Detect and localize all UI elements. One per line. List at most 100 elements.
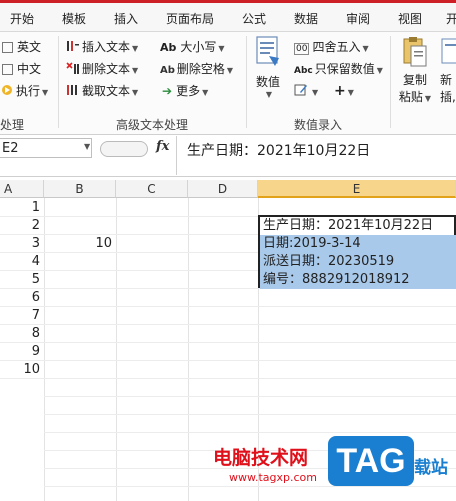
chevron-down-icon: ▼: [42, 88, 49, 97]
execute-button[interactable]: 执行 ▼: [0, 82, 48, 100]
ribbon-tabs: 开始 模板 插入 页面布局 公式 数据 审阅 视图 开: [0, 3, 456, 32]
delete-text-icon: [66, 62, 79, 74]
row-header-5[interactable]: 5: [0, 271, 44, 289]
chevron-down-icon[interactable]: ▼: [84, 142, 90, 151]
number-icon: [256, 36, 279, 66]
row-header-10[interactable]: 10: [0, 361, 44, 379]
copy-paste-button[interactable]: 复制 粘贴 ▼: [396, 36, 434, 105]
new-insert-button[interactable]: 新 插,: [440, 36, 456, 105]
chinese-button[interactable]: 中文: [2, 60, 41, 78]
row-header-3[interactable]: 3: [0, 235, 44, 253]
row-header-7[interactable]: 7: [0, 307, 44, 325]
chevron-down-icon: ▼: [362, 44, 369, 53]
cell-e2[interactable]: 生产日期：2021年10月22日: [260, 217, 456, 235]
delete-space-button[interactable]: Ab 删除空格 ▼: [160, 60, 233, 78]
column-header-b[interactable]: B: [44, 180, 116, 198]
edit-icon: [294, 84, 307, 96]
tab-view[interactable]: 视图: [398, 10, 422, 27]
row-header-4[interactable]: 4: [0, 253, 44, 271]
execute-icon: [2, 85, 12, 95]
chevron-down-icon: ▼: [226, 66, 234, 75]
chevron-down-icon: ▼: [347, 88, 354, 97]
gridline: [116, 198, 117, 501]
group-divider: [246, 36, 247, 128]
add-button[interactable]: + ▼: [334, 82, 354, 100]
chevron-down-icon: ▼: [376, 66, 383, 75]
name-box[interactable]: E2: [0, 138, 92, 158]
extract-text-icon: [67, 85, 77, 95]
gridline: [44, 486, 456, 487]
chevron-down-icon: ▼: [202, 88, 209, 97]
cell-e5[interactable]: 编号：8882912018912: [260, 271, 456, 289]
chevron-down-icon: ▼: [132, 66, 139, 75]
tag-logo-side-text: 载站: [414, 458, 448, 478]
group-divider: [390, 36, 391, 128]
row-header-6[interactable]: 6: [0, 289, 44, 307]
tab-insert[interactable]: 插入: [114, 10, 138, 27]
chevron-down-icon: ▼: [132, 88, 139, 97]
tab-formula[interactable]: 公式: [242, 10, 266, 27]
gridline: [44, 306, 456, 307]
group-divider: [58, 36, 59, 128]
cell-b3[interactable]: 10: [44, 235, 112, 253]
gridline: [44, 414, 456, 415]
tab-data[interactable]: 数据: [294, 10, 318, 27]
watermark-url: www.tagxp.com: [229, 471, 317, 484]
column-header-d[interactable]: D: [188, 180, 258, 198]
watermark-site-name: 电脑技术网: [213, 447, 309, 469]
edit-button[interactable]: ▼: [294, 82, 318, 100]
chevron-down-icon: ▼: [218, 44, 225, 53]
checkbox-icon: [2, 64, 13, 75]
chevron-down-icon: ▼: [424, 94, 432, 103]
fx-icon[interactable]: fx: [156, 139, 169, 154]
column-header-e[interactable]: E: [258, 180, 456, 198]
plus-icon: +: [334, 83, 346, 99]
gridline: [44, 396, 456, 397]
row-header-8[interactable]: 8: [0, 325, 44, 343]
new-sheet-icon: [441, 38, 456, 64]
tag-logo: TAG: [328, 436, 414, 486]
chevron-down-icon: ▼: [265, 90, 273, 99]
group-label-advanced-text: 高级文本处理: [116, 118, 189, 132]
gridline: [44, 360, 456, 361]
row-header-2[interactable]: 2: [0, 217, 44, 235]
formula-scroll-handle[interactable]: [100, 141, 148, 157]
clipboard-icon: [403, 37, 427, 67]
tab-template[interactable]: 模板: [62, 10, 86, 27]
extract-text-button[interactable]: 截取文本 ▼: [66, 82, 138, 100]
tab-more[interactable]: 开: [446, 10, 456, 27]
chevron-down-icon: ▼: [132, 44, 139, 53]
delete-text-button[interactable]: 删除文本 ▼: [66, 60, 138, 78]
keep-numeric-button[interactable]: Abc 只保留数值 ▼: [294, 60, 383, 78]
more-button[interactable]: ➔ 更多 ▼: [162, 82, 208, 100]
group-label-number-entry: 数值录入: [294, 118, 343, 132]
gridline: [44, 378, 456, 379]
gridline: [44, 432, 456, 433]
arrow-right-icon: ➔: [162, 84, 173, 98]
ribbon-panel: 英文 中文 执行 ▼ 处理 插入文本 ▼ 删除文本 ▼ 截取文本 ▼ Ab 大小写 ▼ Ab…: [0, 32, 456, 135]
cell-e3[interactable]: 日期:2019-3-14: [260, 235, 456, 253]
column-header-a[interactable]: A: [0, 180, 44, 198]
gridline: [188, 198, 189, 501]
selected-range-e2-e5[interactable]: 生产日期：2021年10月22日 日期:2019-3-14 派送日期：20230…: [258, 215, 456, 289]
number-button[interactable]: 数值 ▼: [252, 36, 284, 99]
tab-review[interactable]: 审阅: [346, 10, 370, 27]
row-header-1[interactable]: 1: [0, 199, 44, 217]
english-button[interactable]: 英文: [2, 38, 41, 56]
case-icon: Ab: [160, 41, 177, 54]
tab-home[interactable]: 开始: [10, 10, 34, 27]
gridline: [44, 324, 456, 325]
group-label-process: 处理: [0, 118, 25, 132]
chevron-down-icon: ▼: [312, 88, 319, 97]
column-header-c[interactable]: C: [116, 180, 188, 198]
formula-input[interactable]: 生产日期：2021年10月22日: [176, 136, 456, 175]
cell-e4[interactable]: 派送日期：20230519: [260, 253, 456, 271]
case-button[interactable]: Ab 大小写 ▼: [160, 38, 225, 56]
tab-page-layout[interactable]: 页面布局: [166, 10, 214, 27]
insert-text-button[interactable]: 插入文本 ▼: [66, 38, 138, 56]
round-button[interactable]: 00 四舍五入 ▼: [294, 38, 369, 56]
delete-space-icon: Ab: [160, 65, 175, 76]
insert-text-icon: [67, 41, 79, 51]
row-header-9[interactable]: 9: [0, 343, 44, 361]
gridline: [44, 342, 456, 343]
